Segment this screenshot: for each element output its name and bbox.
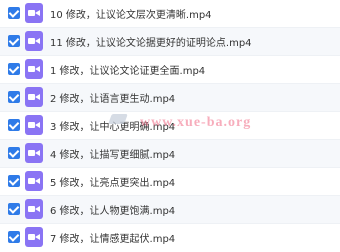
file-name[interactable]: 3 修改，让中心更明确.mp4 <box>50 118 175 133</box>
file-row[interactable]: 1 修改，让议论文论证更全面.mp4 <box>0 56 340 84</box>
video-file-icon <box>25 31 43 51</box>
video-file-icon <box>25 227 43 247</box>
file-name[interactable]: 7 修改，让情感更起伏.mp4 <box>50 230 175 245</box>
file-row[interactable]: 11 修改，让议论文论据更好的证明论点.mp4 <box>0 28 340 56</box>
checkbox-checked-icon[interactable] <box>8 119 20 131</box>
checkbox-checked-icon[interactable] <box>8 35 20 47</box>
file-name[interactable]: 10 修改，让议论文层次更清晰.mp4 <box>50 6 212 21</box>
file-name[interactable]: 5 修改，让亮点更突出.mp4 <box>50 174 175 189</box>
video-file-icon <box>25 115 43 135</box>
file-name[interactable]: 2 修改，让语言更生动.mp4 <box>50 90 175 105</box>
file-name[interactable]: 6 修改，让人物更饱满.mp4 <box>50 202 175 217</box>
file-row[interactable]: 4 修改，让描写更细腻.mp4 <box>0 140 340 168</box>
file-name[interactable]: 11 修改，让议论文论据更好的证明论点.mp4 <box>50 34 252 49</box>
video-file-icon <box>25 143 43 163</box>
video-file-icon <box>25 199 43 219</box>
file-row[interactable]: 3 修改，让中心更明确.mp4 <box>0 112 340 140</box>
checkbox-checked-icon[interactable] <box>8 7 20 19</box>
video-file-icon <box>25 3 43 23</box>
file-row[interactable]: 6 修改，让人物更饱满.mp4 <box>0 196 340 224</box>
checkbox-checked-icon[interactable] <box>8 175 20 187</box>
checkbox-checked-icon[interactable] <box>8 91 20 103</box>
checkbox-checked-icon[interactable] <box>8 63 20 75</box>
checkbox-checked-icon[interactable] <box>8 231 20 243</box>
checkbox-checked-icon[interactable] <box>8 147 20 159</box>
video-file-icon <box>25 87 43 107</box>
file-row[interactable]: 5 修改，让亮点更突出.mp4 <box>0 168 340 196</box>
file-row[interactable]: 7 修改，让情感更起伏.mp4 <box>0 224 340 252</box>
video-file-icon <box>25 59 43 79</box>
file-name[interactable]: 1 修改，让议论文论证更全面.mp4 <box>50 62 205 77</box>
file-row[interactable]: 2 修改，让语言更生动.mp4 <box>0 84 340 112</box>
video-file-icon <box>25 171 43 191</box>
checkbox-checked-icon[interactable] <box>8 203 20 215</box>
file-row[interactable]: 10 修改，让议论文层次更清晰.mp4 <box>0 0 340 28</box>
file-name[interactable]: 4 修改，让描写更细腻.mp4 <box>50 146 175 161</box>
